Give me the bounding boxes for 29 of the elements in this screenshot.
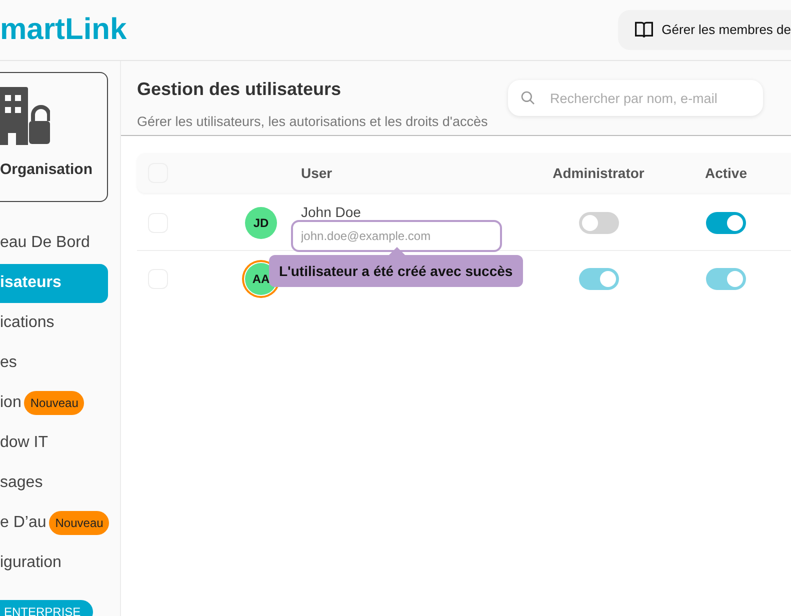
organisation-label: Organisation bbox=[0, 160, 93, 180]
sidebar-item[interactable]: ion Nouveau bbox=[0, 384, 108, 422]
search-icon bbox=[520, 90, 536, 106]
page-title: Gestion des utilisateurs bbox=[137, 78, 342, 101]
sidebar-item[interactable]: eau De Bord bbox=[0, 224, 108, 262]
sidebar-item[interactable]: ications bbox=[0, 304, 108, 342]
search-field[interactable]: Rechercher par nom, e-mail bbox=[508, 80, 763, 116]
column-header: User bbox=[301, 164, 332, 182]
new-badge: Nouveau bbox=[24, 391, 84, 415]
user-name: John Doe bbox=[301, 202, 361, 222]
toggle-switch[interactable] bbox=[706, 212, 746, 234]
book-icon bbox=[634, 21, 654, 39]
plan-badge: ENTERPRISE bbox=[0, 600, 93, 616]
email-field[interactable]: john.doe@example.com bbox=[291, 220, 502, 252]
column-header: Active bbox=[704, 164, 748, 182]
sidebar-item[interactable]: es bbox=[0, 344, 108, 382]
manage-members-button[interactable]: Gérer les membres de bbox=[618, 10, 791, 50]
column-header: Administrator bbox=[552, 164, 644, 182]
new-badge: Nouveau bbox=[49, 511, 110, 535]
success-toast: L'utilisateur a été créé avec succès bbox=[269, 247, 523, 287]
sidebar-item[interactable]: dow IT bbox=[0, 424, 108, 462]
organisation-card[interactable]: Organisation bbox=[0, 72, 108, 202]
sidebar-item[interactable]: iguration bbox=[0, 544, 108, 582]
toggle-switch[interactable] bbox=[578, 212, 618, 234]
sidebar-item[interactable]: sages bbox=[0, 464, 108, 502]
page-subtitle: Gérer les utilisateurs, les autorisations et les droits d'accès bbox=[137, 113, 489, 131]
app-logo: martLink bbox=[0, 15, 127, 45]
sidebar-item[interactable]: e D’au Nouveau bbox=[0, 504, 108, 542]
user-avatar: JD bbox=[245, 207, 277, 239]
